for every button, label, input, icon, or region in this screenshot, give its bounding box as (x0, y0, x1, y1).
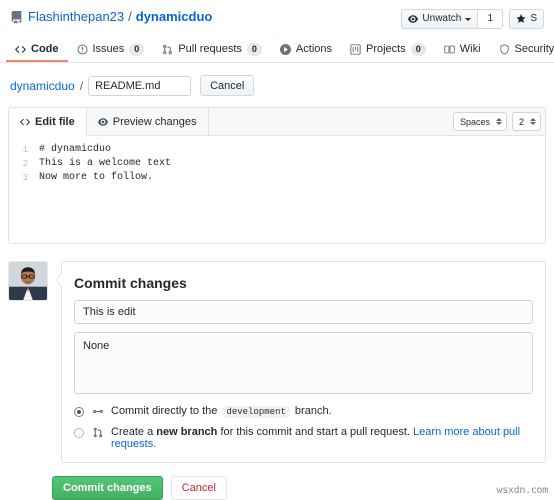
code-icon (20, 117, 30, 127)
tab-preview-changes[interactable]: Preview changes (87, 108, 209, 135)
path-repo-link[interactable]: dynamicduo (10, 79, 75, 93)
commit-direct-text: Commit directly to the development branc… (111, 405, 332, 418)
tab-pull-requests-count: 0 (246, 42, 262, 56)
commit-option-direct[interactable]: Commit directly to the development branc… (74, 405, 533, 418)
git-pull-request-icon (162, 44, 173, 55)
radio-create-branch[interactable] (74, 428, 84, 438)
commit-form-title: Commit changes (74, 275, 187, 291)
issue-opened-icon (77, 44, 88, 55)
cancel-filename-button[interactable]: Cancel (200, 75, 255, 96)
star-icon (516, 14, 526, 24)
indent-size-value: 2 (518, 116, 524, 127)
chevron-updown-icon (495, 118, 502, 125)
code-editor-area[interactable]: 1 # dynamicduo 2 This is a welcome text … (9, 136, 545, 243)
tab-security[interactable]: Security (490, 38, 554, 62)
indent-size-select[interactable]: 2 (511, 112, 541, 131)
tab-preview-changes-label: Preview changes (112, 115, 197, 128)
commit-direct-suffix: branch. (294, 405, 332, 417)
line-number: 3 (22, 173, 28, 183)
code-line: 2 This is a welcome text (9, 157, 545, 171)
project-icon (350, 43, 361, 55)
chevron-down-icon (465, 17, 472, 21)
eye-icon (408, 14, 419, 24)
watch-count: 1 (477, 10, 503, 28)
file-path-row: dynamicduo / Cancel (0, 63, 554, 96)
commit-new-branch-prefix: Create a (111, 426, 154, 438)
tab-projects[interactable]: Projects 0 (341, 38, 435, 62)
line-content: # dynamicduo (39, 144, 112, 155)
tab-projects-count: 0 (410, 42, 426, 56)
tab-edit-file[interactable]: Edit file (9, 108, 87, 136)
filename-input[interactable] (88, 75, 192, 96)
branch-name: development (222, 406, 290, 418)
repo-header: Flashinthepan23 / dynamicduo Unwatch 1 S (0, 0, 554, 29)
tab-edit-file-label: Edit file (35, 115, 75, 128)
commit-direct-prefix: Commit directly to the (111, 405, 218, 417)
tab-code[interactable]: Code (6, 38, 68, 62)
line-number: 1 (22, 145, 28, 155)
tab-issues-label: Issues (92, 43, 125, 55)
breadcrumb: Flashinthepan23 / dynamicduo (10, 9, 401, 25)
code-icon (15, 44, 26, 55)
shield-icon (499, 43, 510, 55)
editor-toolbar: Edit file Preview changes Spaces 2 (9, 108, 545, 136)
tab-wiki-label: Wiki (459, 43, 481, 55)
watermark: wsxdn.com (496, 485, 549, 496)
tab-code-label: Code (31, 43, 59, 55)
play-icon (279, 43, 291, 55)
commit-actions: Commit changes Cancel (52, 476, 546, 500)
tab-wiki[interactable]: Wiki (435, 38, 490, 62)
code-line: 3 Now more to follow. (9, 171, 545, 185)
user-avatar (8, 261, 48, 301)
book-icon (444, 44, 455, 55)
path-separator: / (79, 78, 84, 93)
editor-settings: Spaces 2 (452, 112, 545, 131)
commit-section: Commit changes None Commit directly to t… (8, 261, 546, 463)
unwatch-label: Unwatch (422, 13, 462, 24)
git-pull-request-icon (92, 427, 104, 438)
repo-nav-tabs: Code Issues 0 Pull requests 0 Actions Pr… (0, 38, 554, 63)
line-content: This is a welcome text (39, 158, 172, 169)
commit-new-branch-suffix: for this commit and start a pull request… (220, 426, 410, 438)
indent-mode-select[interactable]: Spaces (452, 112, 507, 131)
commit-new-branch-text: Create a new branch for this commit and … (111, 426, 533, 450)
star-button-group[interactable]: S (509, 9, 544, 29)
file-editor: Edit file Preview changes Spaces 2 1 # d… (8, 107, 546, 244)
tab-issues[interactable]: Issues 0 (68, 38, 154, 62)
commit-new-branch-emphasis: new branch (156, 426, 218, 438)
star-button[interactable]: S (510, 10, 543, 28)
tab-security-label: Security (514, 43, 554, 55)
indent-mode-value: Spaces (459, 116, 490, 127)
tab-pull-requests[interactable]: Pull requests 0 (153, 38, 271, 62)
commit-summary-input[interactable] (74, 300, 533, 324)
tab-projects-label: Projects (366, 43, 406, 55)
commit-form: Commit changes None Commit directly to t… (55, 261, 546, 463)
chevron-updown-icon (530, 118, 536, 125)
tab-pull-requests-label: Pull requests (178, 43, 242, 55)
commit-changes-button[interactable]: Commit changes (52, 476, 163, 500)
repo-name-link[interactable]: dynamicduo (136, 9, 213, 25)
cancel-commit-button[interactable]: Cancel (170, 476, 227, 500)
code-line: 1 # dynamicduo (9, 143, 545, 157)
radio-commit-direct[interactable] (74, 407, 84, 417)
line-number: 2 (22, 159, 28, 169)
star-label: S (530, 13, 537, 24)
breadcrumb-separator: / (128, 9, 132, 24)
commit-option-new-branch[interactable]: Create a new branch for this commit and … (74, 426, 533, 450)
tab-actions[interactable]: Actions (271, 38, 341, 62)
line-content: Now more to follow. (39, 172, 154, 183)
repo-icon (10, 10, 23, 24)
tab-actions-label: Actions (295, 43, 332, 55)
eye-icon (97, 117, 108, 127)
watch-button-group[interactable]: Unwatch 1 (401, 9, 504, 29)
git-branch-icon (92, 406, 104, 417)
unwatch-button[interactable]: Unwatch (402, 10, 477, 28)
tab-issues-count: 0 (129, 42, 145, 56)
header-actions: Unwatch 1 S (401, 9, 544, 29)
repo-owner-link[interactable]: Flashinthepan23 (28, 9, 124, 25)
commit-description-textarea[interactable]: None (74, 332, 533, 394)
